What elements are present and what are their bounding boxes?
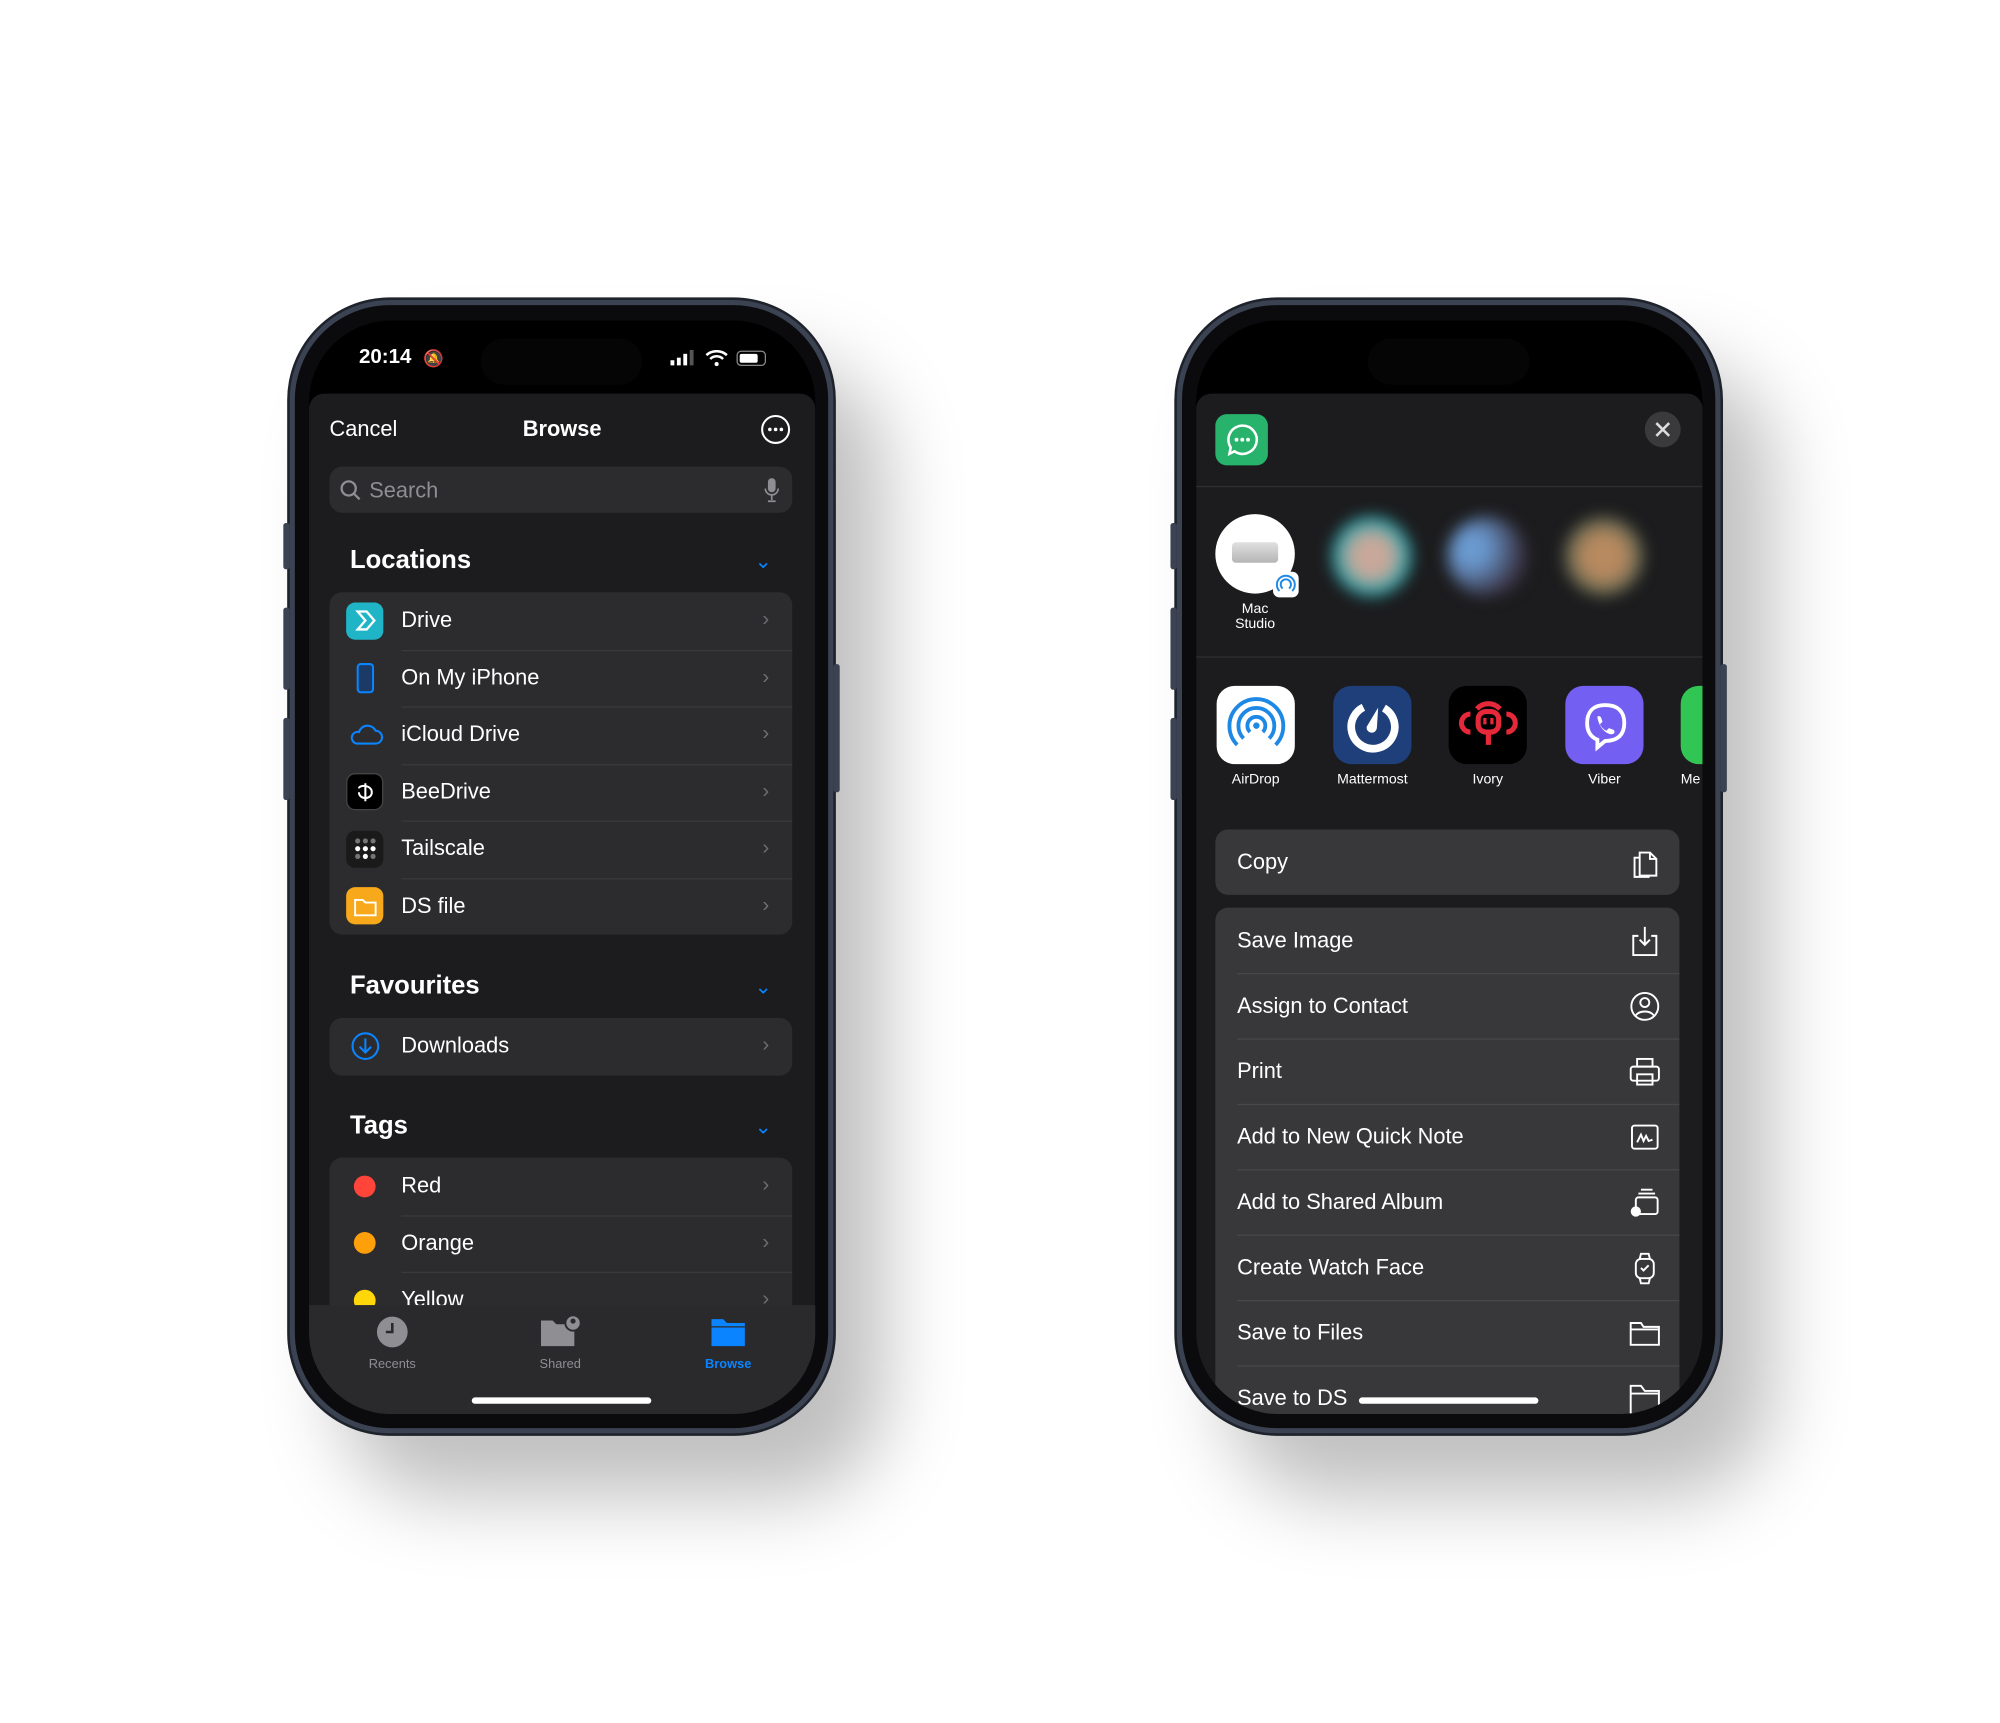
app-viber[interactable]: Viber <box>1565 685 1644 787</box>
download-icon <box>346 1028 383 1065</box>
actions-list: Save Image Assign to Contact Print Add t… <box>1215 907 1680 1415</box>
app-airdrop[interactable]: AirDrop <box>1216 685 1295 787</box>
dynamic-island <box>480 338 643 385</box>
favourites-list: Downloads › <box>329 1017 793 1075</box>
close-button[interactable] <box>1644 411 1681 448</box>
ivory-icon <box>1448 685 1527 765</box>
cloud-icon <box>346 716 383 753</box>
chevron-right-icon: › <box>762 1174 770 1197</box>
messages-app-icon <box>1215 414 1268 466</box>
list-item-tailscale[interactable]: Tailscale › <box>329 820 793 877</box>
more-icon[interactable] <box>760 414 791 445</box>
action-copy[interactable]: Copy <box>1215 829 1679 894</box>
chevron-right-icon: › <box>762 780 770 803</box>
files-screen: 20:14 🔕 Cancel Browse Search Locations ⌄… <box>308 320 816 1415</box>
silent-bell-icon: 🔕 <box>423 348 444 368</box>
list-item-drive[interactable]: Drive › <box>329 592 792 649</box>
search-icon <box>340 480 361 501</box>
contact-avatar-blurred[interactable] <box>1447 516 1527 597</box>
app-messages-partial[interactable]: Me <box>1680 685 1703 787</box>
chevron-down-icon[interactable]: ⌄ <box>755 549 772 575</box>
dynamic-island <box>1367 338 1530 385</box>
share-sheet-screen: Mac Studio AirDrop Mattermost Ivory Viber… <box>1196 320 1703 1415</box>
action-add-to-shared-album[interactable]: Add to Shared Album <box>1215 1169 1680 1234</box>
app-ivory[interactable]: Ivory <box>1448 685 1527 787</box>
iphone-icon <box>346 659 383 696</box>
chevron-down-icon[interactable]: ⌄ <box>755 1114 772 1140</box>
watch-icon <box>1634 1252 1655 1285</box>
page-title: Browse <box>522 416 602 442</box>
right-phone: Mac Studio AirDrop Mattermost Ivory Viber… <box>1170 299 1727 1434</box>
list-item-ds-file[interactable]: DS file › <box>329 877 793 935</box>
action-assign-to-contact[interactable]: Assign to Contact <box>1215 973 1680 1038</box>
quick-note-icon <box>1631 1124 1659 1150</box>
list-item-tag-orange[interactable]: Orange › <box>329 1214 793 1272</box>
mattermost-icon <box>1333 685 1412 765</box>
home-indicator[interactable] <box>1358 1397 1539 1404</box>
airdrop-device-mac-studio[interactable]: Mac Studio <box>1215 514 1299 632</box>
folder-icon <box>1629 1322 1660 1346</box>
chevron-right-icon: › <box>762 837 770 860</box>
mac-studio-avatar <box>1215 514 1299 598</box>
beedrive-icon <box>346 773 384 811</box>
section-header-favourites[interactable]: Favourites <box>350 972 480 1001</box>
printer-icon <box>1629 1057 1660 1086</box>
messages-icon <box>1680 685 1703 765</box>
chevron-right-icon: › <box>762 1034 770 1057</box>
action-add-to-new-quick-note[interactable]: Add to New Quick Note <box>1215 1103 1680 1169</box>
synology-drive-icon <box>346 602 384 640</box>
action-save-to-ds[interactable]: Save to DS <box>1215 1365 1680 1415</box>
chevron-down-icon[interactable]: ⌄ <box>755 974 772 1000</box>
status-icons <box>670 349 766 367</box>
action-save-to-files[interactable]: Save to Files <box>1215 1299 1680 1365</box>
section-header-tags[interactable]: Tags <box>350 1111 408 1140</box>
folder-icon <box>1629 1384 1660 1415</box>
chevron-right-icon: › <box>762 609 770 632</box>
tab-recents[interactable]: Recents <box>341 1315 444 1372</box>
contact-icon <box>1630 991 1660 1021</box>
app-mattermost[interactable]: Mattermost <box>1333 685 1412 787</box>
tailscale-icon <box>346 830 384 868</box>
action-print[interactable]: Print <box>1215 1038 1680 1103</box>
shared-album-icon <box>1630 1188 1659 1217</box>
airdrop-badge-icon <box>1273 571 1299 598</box>
contact-avatar-blurred[interactable] <box>1564 516 1644 597</box>
list-item-on-my-iphone[interactable]: On My iPhone › <box>329 649 793 706</box>
list-item-beedrive[interactable]: BeeDrive › <box>329 763 793 820</box>
search-input[interactable]: Search <box>329 466 793 513</box>
status-time: 20:14 <box>358 346 412 368</box>
tag-dot-icon <box>346 1168 383 1205</box>
chevron-right-icon: › <box>762 894 770 917</box>
clock-icon <box>376 1316 408 1348</box>
tab-shared[interactable]: Shared <box>509 1314 612 1372</box>
microphone-icon[interactable] <box>764 478 780 503</box>
left-phone: 20:14 🔕 Cancel Browse Search Locations ⌄… <box>283 299 840 1434</box>
chevron-right-icon: › <box>762 723 770 746</box>
locations-list: Drive › On My iPhone › iCloud Drive › BeeDr… <box>329 592 793 935</box>
contact-avatar-blurred[interactable] <box>1331 516 1412 597</box>
action-save-image[interactable]: Save Image <box>1215 908 1679 973</box>
list-item-downloads[interactable]: Downloads › <box>329 1018 792 1075</box>
section-header-locations[interactable]: Locations <box>350 546 471 575</box>
shared-folder-icon <box>541 1314 582 1347</box>
action-create-watch-face[interactable]: Create Watch Face <box>1215 1234 1680 1300</box>
chevron-right-icon: › <box>762 666 770 689</box>
viber-icon <box>1565 685 1644 765</box>
airdrop-icon <box>1216 685 1295 765</box>
copy-group: Copy <box>1215 829 1680 895</box>
copy-icon <box>1633 851 1658 878</box>
save-icon <box>1632 926 1658 957</box>
folder-icon <box>346 887 384 925</box>
folder-fill-icon <box>711 1319 745 1347</box>
list-item-tag-red[interactable]: Red › <box>329 1158 792 1215</box>
home-indicator[interactable] <box>471 1397 652 1404</box>
search-placeholder: Search <box>369 478 439 503</box>
close-icon <box>1655 422 1671 437</box>
list-item-icloud-drive[interactable]: iCloud Drive › <box>329 706 793 763</box>
chevron-right-icon: › <box>762 1231 770 1254</box>
tab-browse[interactable]: Browse <box>677 1315 780 1372</box>
tag-dot-icon <box>346 1225 383 1262</box>
